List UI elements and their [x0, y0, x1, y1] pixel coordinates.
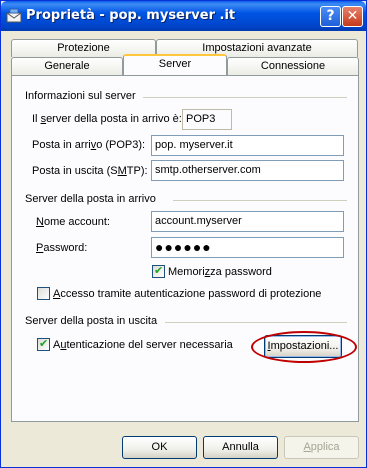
- password-label: Password:: [36, 242, 88, 254]
- incoming-server-type-value: POP3: [182, 109, 232, 130]
- ok-button[interactable]: OK: [122, 436, 197, 459]
- section-incoming-server-title: Server della posta in arrivo: [25, 193, 156, 205]
- tab-server[interactable]: Server: [123, 54, 227, 75]
- outgoing-auth-label[interactable]: Autenticazione del server necessaria: [53, 339, 233, 351]
- annotation-highlight-ellipse: [251, 331, 357, 363]
- checkmark-icon: ✔: [39, 337, 49, 350]
- cancel-button[interactable]: Annulla: [203, 436, 278, 459]
- outgoing-server-input[interactable]: smtp.otherserver.com: [151, 160, 344, 181]
- section-server-info-title: Informazioni sul server: [25, 90, 136, 102]
- section-divider: [165, 322, 347, 323]
- incoming-server-label: Posta in arrivo (POP3):: [32, 139, 146, 151]
- properties-dialog: Proprietà - pop. myserver .it ? ✕ Protez…: [0, 0, 367, 468]
- remember-password-label[interactable]: Memorizza password: [168, 266, 272, 278]
- password-input[interactable]: ●●●●●●: [151, 237, 344, 258]
- tab-generale[interactable]: Generale: [11, 57, 123, 75]
- apply-button[interactable]: Applica: [284, 436, 359, 459]
- window-title: Proprietà - pop. myserver .it: [26, 8, 236, 23]
- outgoing-auth-checkbox[interactable]: ✔: [37, 337, 50, 351]
- close-button[interactable]: ✕: [342, 6, 363, 27]
- help-button[interactable]: ?: [320, 6, 341, 27]
- section-divider: [173, 200, 347, 201]
- tab-connessione[interactable]: Connessione: [227, 57, 359, 75]
- remember-password-checkbox[interactable]: ✔: [152, 264, 165, 278]
- title-bar[interactable]: Proprietà - pop. myserver .it ? ✕: [1, 1, 366, 31]
- incoming-server-type-label: Il server della posta in arrivo è:: [32, 113, 182, 125]
- section-outgoing-server-title: Server della posta in uscita: [25, 315, 158, 327]
- section-divider: [143, 97, 347, 98]
- spa-auth-checkbox[interactable]: [37, 287, 50, 300]
- account-name-input[interactable]: account.myserver: [151, 211, 344, 232]
- incoming-server-input[interactable]: pop. myserver.it: [151, 135, 344, 156]
- account-name-label: Nome account:: [36, 216, 110, 228]
- spa-auth-label[interactable]: Accesso tramite autenticazione password …: [53, 288, 321, 300]
- outgoing-server-label: Posta in uscita (SMTP):: [32, 165, 148, 177]
- checkmark-icon: ✔: [154, 264, 164, 277]
- mail-account-icon: [6, 8, 22, 23]
